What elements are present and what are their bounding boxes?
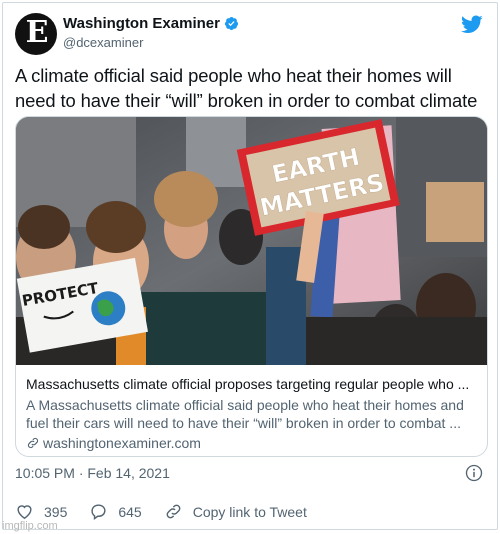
link-description-line2: fuel their cars will need to have their …: [26, 415, 461, 431]
reply-count: 645: [118, 503, 142, 520]
copy-link-label: Copy link to Tweet: [192, 503, 307, 520]
protest-photo: EARTH MATTERS PROTECT: [16, 117, 487, 365]
link-title[interactable]: Massachusetts climate official proposes …: [26, 375, 481, 393]
account-name-row[interactable]: Washington Examiner: [63, 15, 239, 32]
account-handle[interactable]: @dcexaminer: [63, 35, 143, 50]
link-preview-meta: Massachusetts climate official proposes …: [26, 375, 481, 451]
imgflip-watermark: imgflip.com: [2, 520, 58, 532]
reply-icon: [91, 504, 106, 521]
tweet-embed-card: E Washington Examiner @dcexaminer A clim…: [2, 2, 498, 530]
tweet-actions: 395 645 Copy link to Tweet: [15, 502, 329, 521]
copy-link-icon: [166, 504, 181, 519]
link-description-line1: A Massachusetts climate official said pe…: [26, 397, 464, 413]
verified-badge-icon: [224, 16, 239, 31]
like-button[interactable]: 395: [15, 502, 67, 521]
link-domain-row[interactable]: washingtonexaminer.com: [26, 435, 481, 451]
link-icon: [27, 437, 39, 449]
account-name[interactable]: Washington Examiner: [63, 15, 220, 32]
link-domain: washingtonexaminer.com: [43, 435, 201, 451]
avatar[interactable]: E: [15, 13, 57, 55]
reply-button[interactable]: 645: [89, 502, 142, 521]
info-icon[interactable]: [465, 464, 483, 482]
twitter-bird-icon[interactable]: [461, 15, 483, 34]
avatar-letter: E: [25, 15, 49, 50]
link-description: A Massachusetts climate official said pe…: [26, 396, 481, 432]
like-count: 395: [44, 503, 68, 520]
tweet-timestamp[interactable]: 10:05 PM · Feb 14, 2021: [15, 465, 170, 481]
copy-link-button[interactable]: Copy link to Tweet: [164, 502, 307, 521]
link-preview-card[interactable]: EARTH MATTERS PROTECT Massachusetts clim…: [15, 116, 488, 457]
link-preview-image[interactable]: EARTH MATTERS PROTECT: [16, 117, 487, 365]
heart-icon: [17, 505, 32, 520]
